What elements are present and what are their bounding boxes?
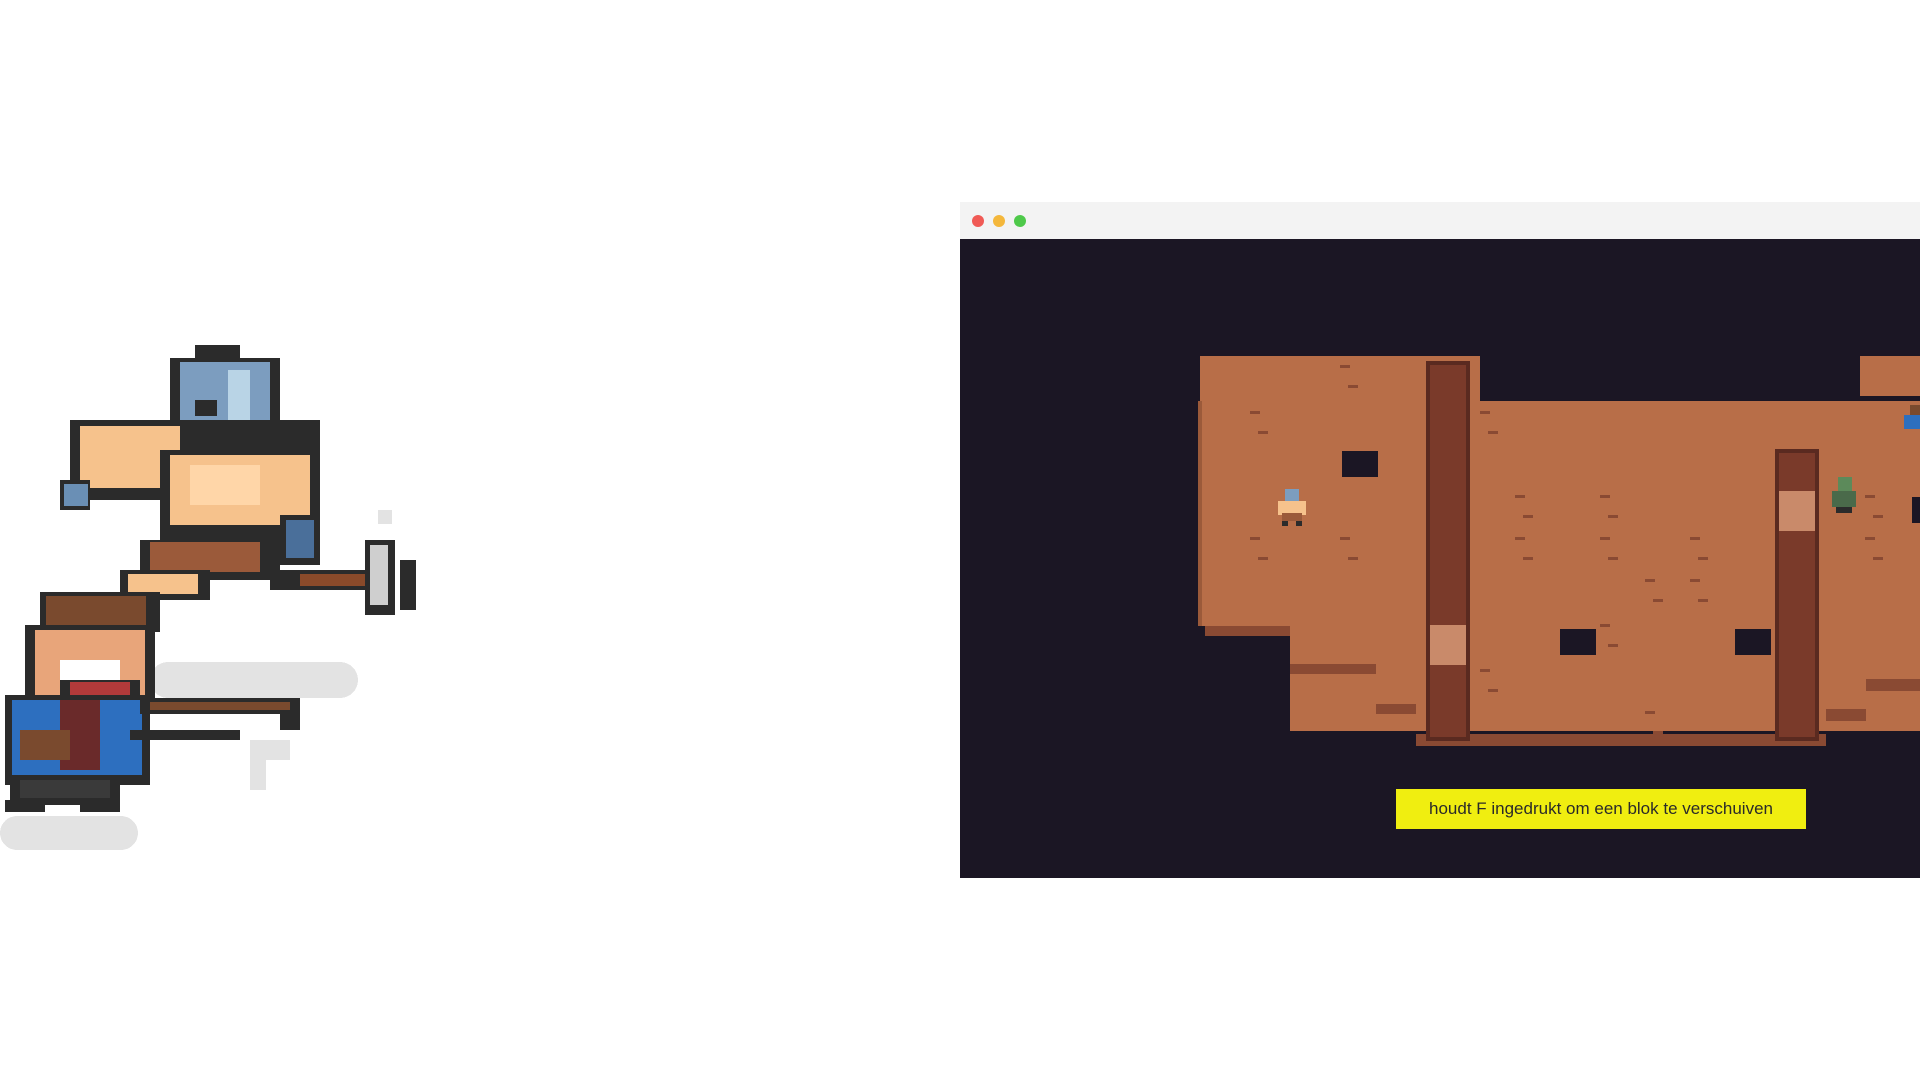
close-window-button[interactable] — [972, 214, 984, 227]
game-viewport[interactable]: houdt F ingedrukt om een blok te verschu… — [960, 239, 1920, 878]
window-titlebar — [960, 202, 1920, 239]
interaction-prompt: houdt F ingedrukt om een blok te verschu… — [1396, 789, 1806, 829]
browser-window: houdt F ingedrukt om een blok te verschu… — [960, 202, 1920, 878]
brick-pillar-right — [1775, 449, 1819, 741]
crossbow-hero-sprite — [5, 592, 300, 812]
maximize-window-button[interactable] — [1014, 214, 1026, 227]
hero-art — [0, 345, 416, 850]
masked-warrior-sprite — [60, 345, 416, 615]
minimize-window-button[interactable] — [993, 214, 1005, 227]
brick-pillar-left — [1426, 361, 1470, 741]
motion-streak — [0, 816, 138, 850]
dungeon-left-edge — [1198, 401, 1202, 626]
dungeon-map — [1198, 356, 1920, 746]
motion-streak — [150, 662, 358, 698]
